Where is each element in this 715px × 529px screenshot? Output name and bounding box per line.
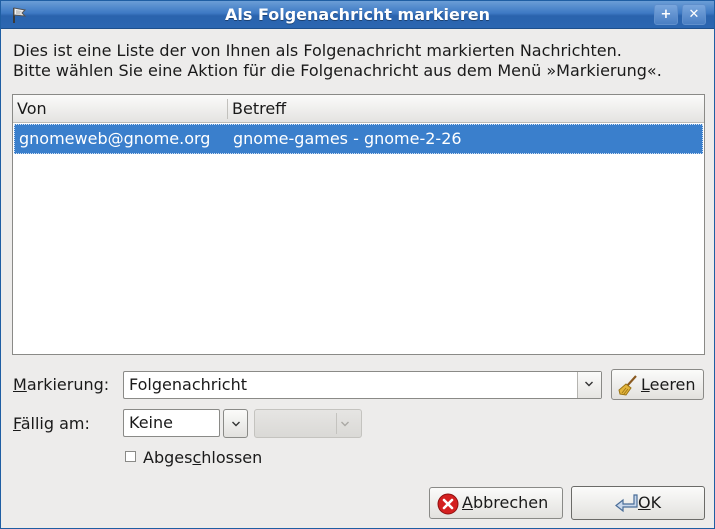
broom-icon: [618, 375, 637, 396]
flag-combo-dropdown[interactable]: [577, 372, 601, 398]
chevron-down-icon: [341, 421, 349, 427]
flag-label: Markierung:: [13, 375, 110, 394]
clear-button[interactable]: Leeren: [611, 369, 704, 400]
maximize-button[interactable]: +: [654, 4, 678, 25]
return-arrow-icon: [615, 494, 638, 513]
window-title: Als Folgenachricht markieren: [224, 5, 491, 24]
row-subject: gnome-games - gnome-2-26: [233, 129, 462, 148]
ok-button[interactable]: OK: [571, 486, 705, 520]
description-line-2: Bitte wählen Sie eine Aktion für die Fol…: [13, 61, 662, 80]
dialog-window: Als Folgenachricht markieren + ✕ Dies is…: [0, 0, 715, 529]
column-header-from[interactable]: Von: [13, 95, 227, 122]
maximize-icon: +: [660, 7, 672, 22]
ok-button-label: OK: [638, 493, 662, 512]
due-date-label: Fällig am:: [13, 414, 90, 433]
title-bar[interactable]: Als Folgenachricht markieren + ✕: [1, 1, 714, 29]
due-date-value[interactable]: Keine: [129, 410, 173, 436]
chevron-down-icon: [585, 381, 593, 387]
table-row[interactable]: gnomeweb@gnome.org gnome-games - gnome-2…: [14, 124, 703, 154]
due-date-dropdown[interactable]: [223, 409, 248, 438]
due-time-separator: [336, 413, 337, 434]
due-time-combo: [254, 409, 362, 438]
description-line-1: Dies ist eine Liste der von Ihnen als Fo…: [13, 41, 622, 60]
cancel-icon: [437, 493, 459, 515]
chevron-down-icon: [232, 421, 240, 427]
flag-combo-value[interactable]: Folgenachricht: [129, 372, 247, 398]
due-date-entry[interactable]: Keine: [123, 409, 220, 437]
cancel-button[interactable]: Abbrechen: [429, 487, 563, 519]
message-list[interactable]: Von Betreff gnomeweb@gnome.org gnome-gam…: [12, 94, 705, 355]
description-text: Dies ist eine Liste der von Ihnen als Fo…: [13, 41, 713, 81]
completed-label[interactable]: Abgeschlossen: [143, 448, 262, 467]
close-icon: ✕: [688, 7, 700, 22]
row-from: gnomeweb@gnome.org: [19, 129, 211, 148]
list-header: Von Betreff: [13, 95, 704, 123]
flag-combo[interactable]: Folgenachricht: [123, 371, 602, 399]
clear-button-label: Leeren: [641, 375, 696, 394]
column-header-subject[interactable]: Betreff: [228, 95, 704, 122]
completed-checkbox[interactable]: [125, 451, 136, 462]
close-window-button[interactable]: ✕: [682, 4, 706, 25]
cancel-button-label: Abbrechen: [462, 493, 549, 512]
